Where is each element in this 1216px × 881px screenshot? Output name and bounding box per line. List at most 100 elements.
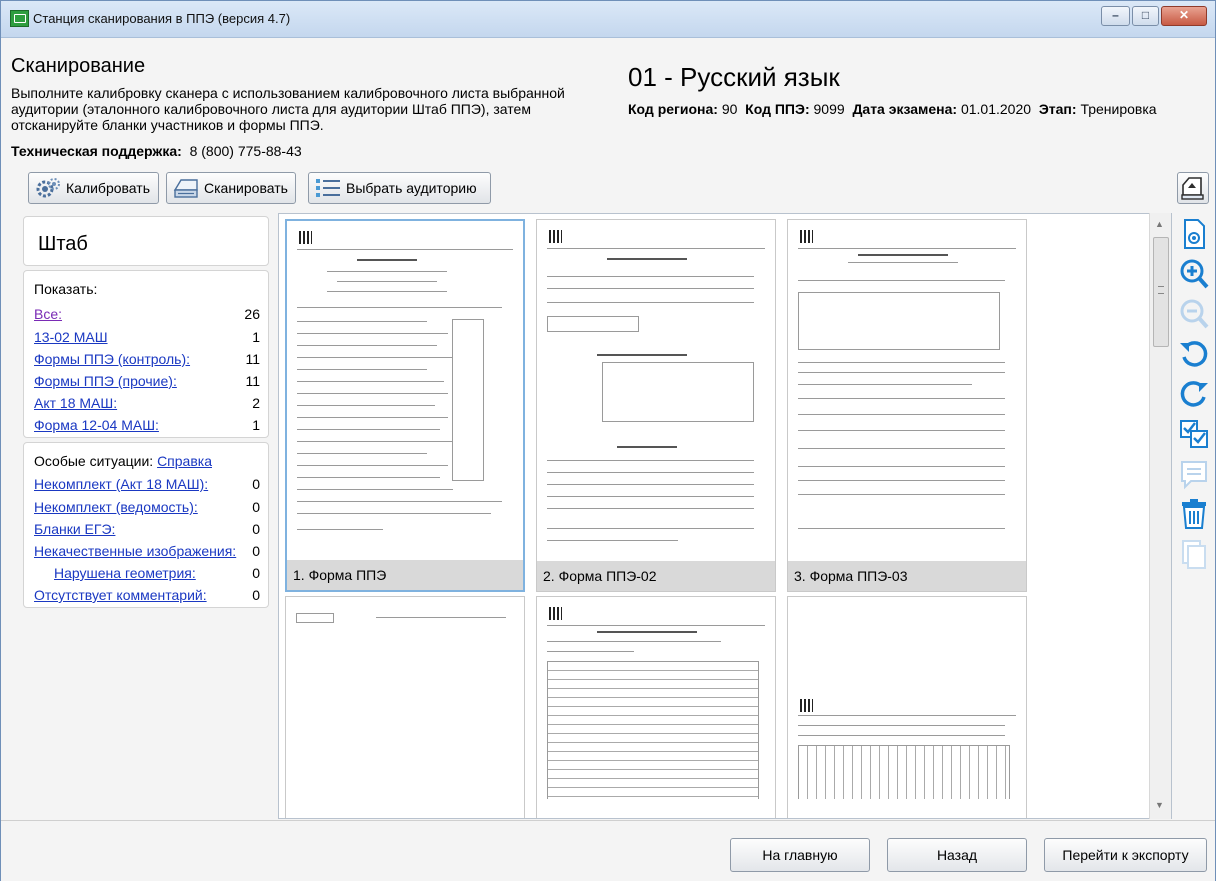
help-link[interactable]: Справка <box>157 453 212 469</box>
window-title: Станция сканирования в ППЭ (версия 4.7) <box>33 11 291 26</box>
comment-button[interactable] <box>1177 457 1211 491</box>
select-room-label: Выбрать аудиторию <box>346 180 477 196</box>
rotate-left-button[interactable] <box>1177 337 1211 371</box>
zoom-out-button[interactable] <box>1177 297 1211 331</box>
show-label: Показать: <box>34 281 98 297</box>
special-item[interactable]: Нарушена геометрия: 0 <box>54 565 260 583</box>
region-value: 90 <box>721 101 738 117</box>
region-label: Код региона: <box>628 101 718 117</box>
special-header: Особые ситуации: Справка <box>34 453 260 471</box>
special-link[interactable]: Некомплект (ведомость): <box>34 499 198 515</box>
thumbnail-tile[interactable] <box>285 596 525 818</box>
scanned-page-image <box>798 228 1016 555</box>
close-icon: ✕ <box>1178 8 1190 22</box>
scan-label: Сканировать <box>204 180 288 196</box>
filter-link[interactable]: Форма 12-04 МАШ: <box>34 417 159 433</box>
special-item[interactable]: Некомплект (Акт 18 МАШ): 0 <box>34 476 260 494</box>
filter-link[interactable]: 13-02 МАШ <box>34 329 108 345</box>
filter-item-forms-other[interactable]: Формы ППЭ (прочие): 11 <box>34 373 260 391</box>
minimize-button[interactable]: – <box>1101 6 1130 26</box>
special-item[interactable]: Некомплект (ведомость): 0 <box>34 499 260 517</box>
select-room-button[interactable]: Выбрать аудиторию <box>308 172 491 204</box>
special-count: 0 <box>252 499 260 515</box>
zoom-in-button[interactable] <box>1177 257 1211 291</box>
scanned-page-image <box>296 605 514 799</box>
zoom-in-icon <box>1180 259 1209 289</box>
back-button[interactable]: Назад <box>887 838 1027 872</box>
scroll-up-icon[interactable]: ▲ <box>1155 219 1164 229</box>
calibrate-button[interactable]: Калибровать <box>28 172 159 204</box>
special-link[interactable]: Бланки ЕГЭ: <box>34 521 115 537</box>
special-link[interactable]: Некомплект (Акт 18 МАШ): <box>34 476 208 492</box>
gallery-scrollbar[interactable]: ▲ ▼ <box>1149 213 1171 819</box>
special-item[interactable]: Некачественные изображения: 0 <box>34 543 260 561</box>
page-title: Сканирование <box>11 55 146 77</box>
filter-link[interactable]: Все: <box>34 306 62 322</box>
delete-button[interactable] <box>1177 497 1211 531</box>
filter-item-all[interactable]: Все: 26 <box>34 306 260 324</box>
calibrate-label: Калибровать <box>66 180 150 196</box>
copy-icon <box>1182 540 1206 569</box>
filter-count: 1 <box>252 417 260 433</box>
maximize-button[interactable]: □ <box>1132 6 1159 26</box>
thumbnail-caption-text: 1. Форма ППЭ <box>293 567 387 583</box>
special-count: 0 <box>252 587 260 603</box>
special-count: 0 <box>252 565 260 581</box>
special-link[interactable]: Некачественные изображения: <box>34 543 236 559</box>
thumbnail-caption-text: 3. Форма ППЭ-03 <box>794 568 908 584</box>
home-button[interactable]: На главную <box>730 838 870 872</box>
subject-title: 01 - Русский язык <box>628 62 840 92</box>
scanned-page-image <box>547 228 765 555</box>
show-header: Показать: <box>34 281 260 299</box>
room-name: Штаб <box>38 233 88 255</box>
filter-count: 11 <box>245 373 260 389</box>
thumbnail-tile[interactable] <box>536 596 776 818</box>
thumbnail-tile[interactable] <box>787 596 1027 818</box>
filter-item-13-02[interactable]: 13-02 МАШ 1 <box>34 329 260 347</box>
filter-item-act-18[interactable]: Акт 18 МАШ: 2 <box>34 395 260 413</box>
comment-icon <box>1181 461 1207 490</box>
filter-link[interactable]: Формы ППЭ (прочие): <box>34 373 177 389</box>
instructions-text: Выполните калибровку сканера с использов… <box>11 85 565 133</box>
app-icon <box>10 10 29 27</box>
scanned-page-image <box>547 605 765 799</box>
filter-item-form-12-04[interactable]: Форма 12-04 МАШ: 1 <box>34 417 260 435</box>
thumbnail-tile[interactable]: 1. Форма ППЭ <box>285 219 525 592</box>
special-situations-panel: Особые ситуации: Справка Некомплект (Акт… <box>23 442 269 608</box>
support-phone: 8 (800) 775-88-43 <box>189 143 302 159</box>
copy-button[interactable] <box>1177 537 1211 571</box>
room-card: Штаб <box>23 216 269 266</box>
filter-count: 11 <box>245 351 260 367</box>
filter-item-forms-control[interactable]: Формы ППЭ (контроль): 11 <box>34 351 260 369</box>
checklist-icon <box>1180 420 1208 448</box>
thumbnail-tile[interactable]: 2. Форма ППЭ-02 <box>536 219 776 592</box>
filter-count: 2 <box>252 395 260 411</box>
rotate-right-button[interactable] <box>1177 377 1211 411</box>
special-link[interactable]: Отсутствует комментарий: <box>34 587 207 603</box>
thumbnail-tile[interactable]: 3. Форма ППЭ-03 <box>787 219 1027 592</box>
checklist-button[interactable] <box>1177 417 1211 451</box>
scroll-down-icon[interactable]: ▼ <box>1155 800 1164 810</box>
filter-count: 26 <box>244 306 260 322</box>
stage-value: Тренировка <box>1080 101 1157 117</box>
thumbnail-caption: 3. Форма ППЭ-03 <box>788 561 1026 591</box>
toolbar: Калибровать Сканировать Выбрать аудитори… <box>1 169 1215 207</box>
special-count: 0 <box>252 521 260 537</box>
zoom-out-icon <box>1180 299 1209 329</box>
delete-icon <box>1182 499 1206 529</box>
close-button[interactable]: ✕ <box>1161 6 1207 26</box>
special-count: 0 <box>252 543 260 559</box>
filter-link[interactable]: Формы ППЭ (контроль): <box>34 351 190 367</box>
view-page-button[interactable] <box>1177 217 1211 251</box>
special-item[interactable]: Бланки ЕГЭ: 0 <box>34 521 260 539</box>
go-to-export-button[interactable]: Перейти к экспорту <box>1044 838 1207 872</box>
filter-count: 1 <box>252 329 260 345</box>
eject-button[interactable] <box>1177 172 1209 204</box>
scan-button[interactable]: Сканировать <box>166 172 296 204</box>
filter-link[interactable]: Акт 18 МАШ: <box>34 395 117 411</box>
scrollbar-thumb[interactable] <box>1153 237 1169 347</box>
special-item[interactable]: Отсутствует комментарий: 0 <box>34 587 260 605</box>
thumbnail-caption: 1. Форма ППЭ <box>287 560 523 590</box>
special-link[interactable]: Нарушена геометрия: <box>54 565 196 581</box>
date-value: 01.01.2020 <box>960 101 1032 117</box>
